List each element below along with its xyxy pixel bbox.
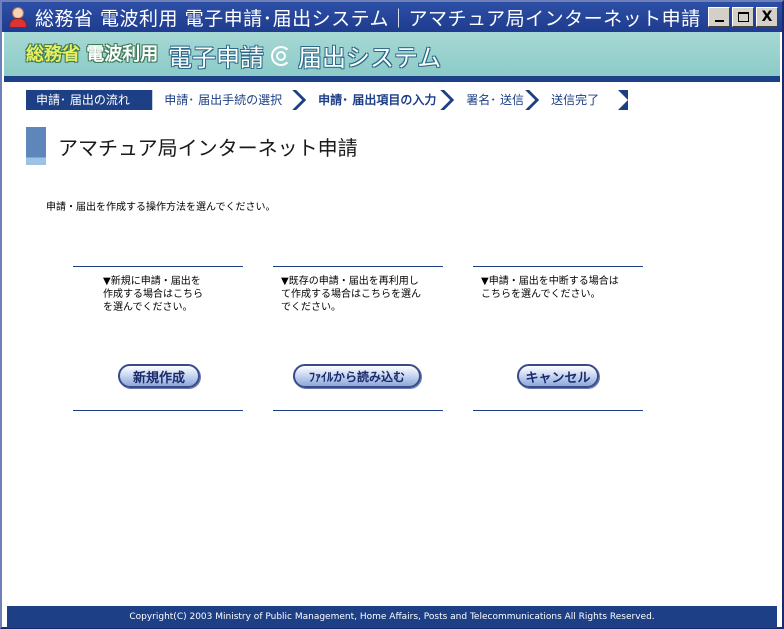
step-input-items: 申請･ 届出項目の入力 (296, 90, 450, 110)
system-logo: 電子申請 届出システム (168, 43, 442, 72)
banner-divider (4, 76, 780, 82)
close-icon: X (761, 9, 773, 25)
progress-steps: 申請･ 届出の流れ 申請･ 届出手続の選択 申請･ 届出項目の入力 署名･ 送信… (26, 90, 628, 110)
window-title: 総務省 電波利用 電子申請･届出システム｜アマチュア局インターネット申請 (35, 7, 701, 30)
wave-icon (268, 43, 294, 69)
instruction-text: 申請・届出を作成する操作方法を選んでください。 (46, 202, 276, 213)
maximize-icon (737, 12, 749, 22)
new-create-button[interactable]: 新規作成 (118, 364, 200, 388)
header-banner: 総務省 電波利用 電子申請 届出システム (4, 32, 780, 76)
ministry-logo: 総務省 電波利用 (26, 44, 159, 65)
close-button[interactable]: X (756, 7, 778, 27)
page-title: アマチュア局インターネット申請 (58, 136, 358, 160)
heading-accent (26, 127, 46, 165)
load-file-button[interactable]: ﾌｧｲﾙから読み込む (293, 364, 421, 388)
option-description: ▼既存の申請・届出を再利用し て作成する場合はこちらを選ん でください。 (281, 276, 421, 313)
maximize-button[interactable] (732, 7, 754, 27)
option-new: ▼新規に申請・届出を 作成する場合はこちら を選んでください。 新規作成 (73, 266, 243, 411)
title-bar[interactable]: 総務省 電波利用 電子申請･届出システム｜アマチュア局インターネット申請 X (2, 2, 782, 32)
app-window: 総務省 電波利用 電子申請･届出システム｜アマチュア局インターネット申請 X 総… (0, 0, 784, 629)
step-select-procedure: 申請･ 届出手続の選択 (152, 90, 302, 110)
option-cancel: ▼申請・届出を中断する場合は こちらを選んでください。 キャンセル (473, 266, 643, 411)
window-controls: X (708, 7, 778, 27)
minimize-button[interactable] (708, 7, 730, 27)
steps-flow-label: 申請･ 届出の流れ (26, 90, 153, 110)
step-complete: 送信完了 (529, 90, 628, 110)
option-load-file: ▼既存の申請・届出を再利用し て作成する場合はこちらを選ん でください。 ﾌｧｲ… (273, 266, 443, 411)
footer-copyright: Copyright(C) 2003 Ministry of Public Man… (7, 606, 777, 628)
app-icon (7, 6, 29, 28)
step-sign-send: 署名･ 送信 (444, 90, 535, 110)
option-description: ▼申請・届出を中断する場合は こちらを選んでください。 (481, 276, 619, 300)
minimize-icon (714, 20, 724, 22)
cancel-button[interactable]: キャンセル (517, 364, 599, 388)
option-description: ▼新規に申請・届出を 作成する場合はこちら を選んでください。 (103, 276, 203, 313)
